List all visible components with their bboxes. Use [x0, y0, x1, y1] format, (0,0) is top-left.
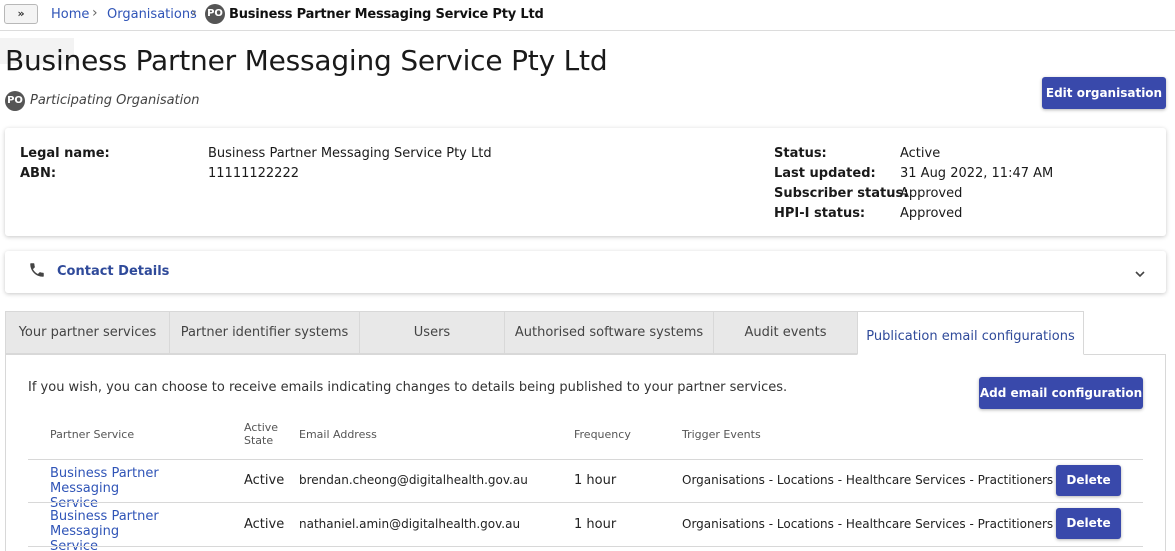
table-row-2-frequency: 1 hour — [574, 517, 617, 532]
table-row-2-email: nathaniel.amin@digitalhealth.gov.au — [299, 517, 521, 531]
table-divider — [28, 459, 1143, 460]
table-row-2-delete-button[interactable]: Delete — [1056, 508, 1121, 539]
tab-publication-email-configurations[interactable]: Publication email configurations — [857, 311, 1084, 355]
edit-organisation-button[interactable]: Edit organisation — [1042, 77, 1166, 109]
column-header-active-state-line2: State — [244, 434, 274, 447]
organisation-details-card: Legal name: Business Partner Messaging S… — [5, 128, 1166, 236]
expand-sidebar-button[interactable]: » — [4, 4, 38, 24]
legal-name-value: Business Partner Messaging Service Pty L… — [208, 146, 492, 161]
breadcrumb-home-link[interactable]: Home — [51, 7, 89, 22]
tab-authorised-software-systems[interactable]: Authorised software systems — [504, 311, 714, 354]
table-row-2-service-link[interactable]: Business Partner Messaging Service — [50, 509, 225, 551]
service-name-line2[interactable]: Service — [50, 539, 225, 551]
chevron-right-icon: › — [191, 5, 197, 21]
subscriber-status-label: Subscriber status: — [774, 186, 909, 201]
tab-audit-events[interactable]: Audit events — [713, 311, 858, 354]
table-divider — [28, 502, 1143, 503]
org-type-label: Participating Organisation — [30, 93, 200, 108]
hpii-status-label: HPI-I status: — [774, 206, 866, 221]
table-row-2-trigger-events: Organisations - Locations - Healthcare S… — [682, 517, 1054, 531]
contact-details-title: Contact Details — [57, 264, 170, 279]
legal-name-label: Legal name: — [20, 146, 110, 161]
tab-your-partner-services[interactable]: Your partner services — [5, 311, 170, 354]
subscriber-status-value: Approved — [900, 186, 963, 201]
table-divider — [28, 546, 1143, 547]
contact-details-panel[interactable]: Contact Details — [5, 251, 1166, 293]
page-title: Business Partner Messaging Service Pty L… — [5, 44, 608, 77]
status-value: Active — [900, 146, 941, 161]
abn-value: 11111122222 — [208, 166, 299, 181]
top-bar: » Home › Organisations › PO Business Par… — [0, 0, 1175, 31]
hpii-status-value: Approved — [900, 206, 963, 221]
phone-icon — [30, 263, 44, 277]
table-row-1-frequency: 1 hour — [574, 473, 617, 488]
service-name-line1[interactable]: Business Partner Messaging — [50, 509, 225, 539]
chevron-down-icon[interactable] — [1134, 268, 1146, 280]
add-email-configuration-button[interactable]: Add email configuration — [979, 377, 1143, 409]
tab-partner-identifier-systems[interactable]: Partner identifier systems — [169, 311, 360, 354]
service-name-line1[interactable]: Business Partner Messaging — [50, 466, 225, 496]
table-row-1-delete-button[interactable]: Delete — [1056, 465, 1121, 496]
table-row-1-trigger-events: Organisations - Locations - Healthcare S… — [682, 473, 1054, 487]
column-header-active-state: Active State — [244, 421, 278, 447]
breadcrumb-organisations-link[interactable]: Organisations — [107, 7, 197, 22]
org-badge-icon: PO — [5, 91, 25, 111]
last-updated-label: Last updated: — [774, 166, 876, 181]
panel-intro-text: If you wish, you can choose to receive e… — [28, 380, 788, 395]
table-row-1-service-link[interactable]: Business Partner Messaging Service — [50, 466, 225, 511]
org-badge-icon: PO — [205, 4, 225, 24]
column-header-partner-service: Partner Service — [50, 428, 135, 441]
column-header-frequency: Frequency — [574, 428, 631, 441]
table-row-1-email: brendan.cheong@digitalhealth.gov.au — [299, 473, 528, 487]
column-header-email: Email Address — [299, 428, 377, 441]
breadcrumb-current: Business Partner Messaging Service Pty L… — [229, 7, 544, 22]
last-updated-value: 31 Aug 2022, 11:47 AM — [900, 166, 1054, 181]
abn-label: ABN: — [20, 166, 57, 181]
table-row-1-state: Active — [244, 473, 285, 488]
column-header-active-state-line1: Active — [244, 421, 279, 434]
chevron-right-icon: › — [92, 5, 98, 21]
status-label: Status: — [774, 146, 827, 161]
column-header-trigger-events: Trigger Events — [682, 428, 761, 441]
table-row-2-state: Active — [244, 517, 285, 532]
tab-users[interactable]: Users — [359, 311, 505, 354]
